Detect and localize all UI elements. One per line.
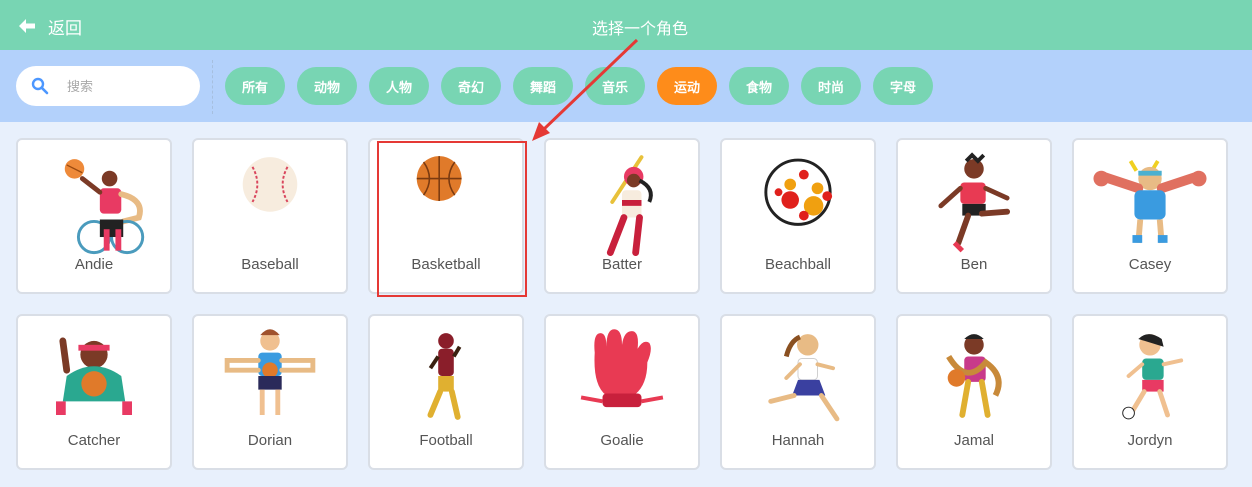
sprite-name: Hannah <box>771 432 825 449</box>
sprite-name: Jordyn <box>1127 432 1173 449</box>
filter-bar: 所有动物人物奇幻舞蹈音乐运动食物时尚字母 <box>0 50 1252 122</box>
sprite-card[interactable]: Casey <box>1072 138 1228 294</box>
page-title: 选择一个角色 <box>591 21 688 38</box>
back-label: 返回 <box>48 18 82 38</box>
tag-1[interactable]: 动物 <box>297 67 357 105</box>
sprite-name: Baseball <box>241 256 299 273</box>
sprite-card[interactable]: Catcher <box>16 314 172 470</box>
sprite-name: Goalie <box>600 432 644 449</box>
header-bar: 返回 选择一个角色 <box>0 0 1252 50</box>
search-box[interactable] <box>16 66 200 106</box>
sprite-card[interactable]: Baseball <box>192 138 348 294</box>
sprite-card[interactable]: Andie <box>16 138 172 294</box>
tag-3[interactable]: 奇幻 <box>441 67 501 105</box>
sprite-thumbnail <box>242 157 298 212</box>
sprite-card[interactable]: Dorian <box>192 314 348 470</box>
sprite-name: Basketball <box>411 256 481 273</box>
sprite-thumbnail <box>1122 334 1184 420</box>
sprite-thumbnail <box>56 337 132 415</box>
tag-5[interactable]: 音乐 <box>585 67 645 105</box>
sprite-thumbnail <box>938 152 1011 253</box>
tag-6[interactable]: 运动 <box>657 67 717 105</box>
sprite-name: Catcher <box>67 432 121 449</box>
sprite-thumbnail <box>768 334 840 422</box>
back-arrow-icon <box>19 19 35 33</box>
sprite-name: Andie <box>74 256 114 273</box>
sprite-name: Jamal <box>953 432 994 449</box>
sprite-card[interactable]: Football <box>368 314 524 470</box>
search-icon <box>31 77 49 95</box>
sprite-thumbnail <box>580 329 664 408</box>
sprite-name: Dorian <box>247 432 293 449</box>
sprite-name: Batter <box>601 256 643 273</box>
sprite-thumbnail <box>416 156 462 201</box>
sprite-card[interactable]: Ben <box>896 138 1052 294</box>
search-input[interactable] <box>65 77 179 95</box>
sprite-card[interactable]: Jamal <box>896 314 1052 470</box>
sprite-card[interactable]: Beachball <box>720 138 876 294</box>
tag-0[interactable]: 所有 <box>225 67 285 105</box>
tag-2[interactable]: 人物 <box>369 67 429 105</box>
tag-9[interactable]: 字母 <box>873 67 933 105</box>
filter-divider <box>212 60 213 114</box>
sprite-thumbnail <box>224 329 316 415</box>
tag-8[interactable]: 时尚 <box>801 67 861 105</box>
sprite-thumbnail <box>764 158 833 226</box>
sprite-name: Football <box>419 432 473 449</box>
sprite-name: Beachball <box>765 256 831 273</box>
sprite-thumbnail <box>606 155 653 257</box>
sprite-card[interactable]: Jordyn <box>1072 314 1228 470</box>
sprite-thumbnail <box>427 333 462 420</box>
tag-4[interactable]: 舞蹈 <box>513 67 573 105</box>
sprite-thumbnail <box>64 159 145 255</box>
tag-7[interactable]: 食物 <box>729 67 789 105</box>
sprite-card[interactable]: Batter <box>544 138 700 294</box>
sprite-thumbnail <box>1093 160 1207 244</box>
sprite-card[interactable]: Goalie <box>544 314 700 470</box>
sprite-card[interactable]: Hannah <box>720 314 876 470</box>
sprite-name: Casey <box>1128 256 1172 273</box>
sprite-thumbnail <box>946 334 1002 418</box>
sprite-name: Ben <box>960 256 988 273</box>
back-button[interactable]: 返回 <box>18 14 82 38</box>
sprite-card[interactable]: Basketball <box>368 138 524 294</box>
